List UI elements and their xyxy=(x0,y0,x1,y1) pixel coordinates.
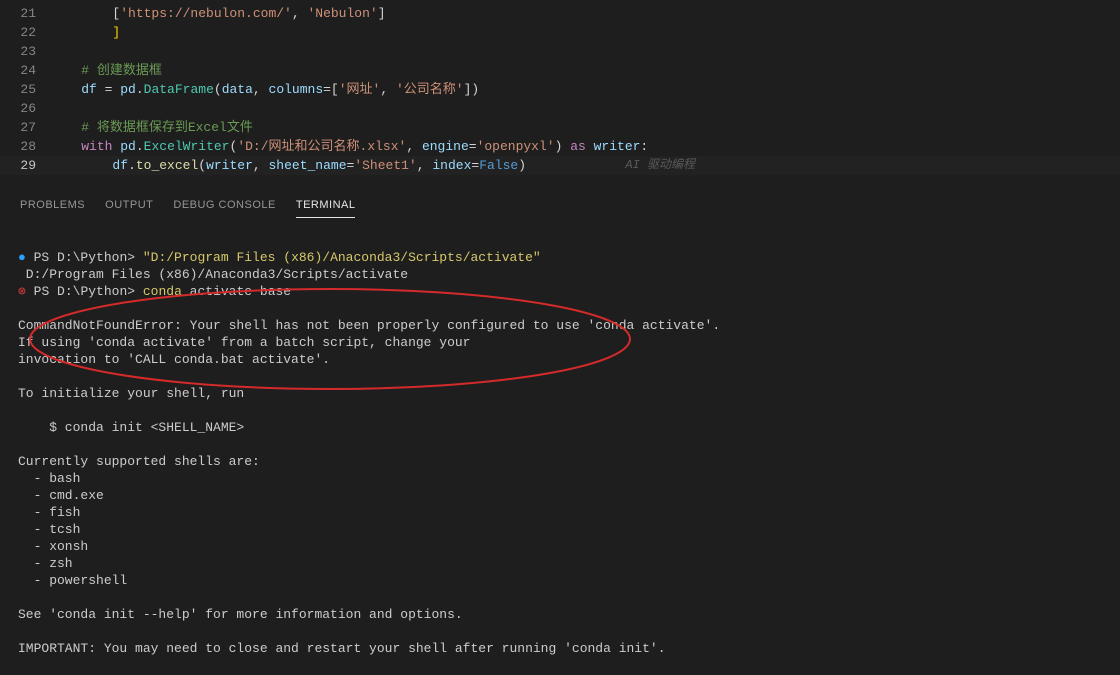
code-line[interactable]: 24 # 创建数据框 xyxy=(0,61,1120,80)
tab-problems[interactable]: PROBLEMS xyxy=(20,195,85,218)
code-line[interactable]: 26 xyxy=(0,99,1120,118)
terminal-output-line: D:/Program Files (x86)/Anaconda3/Scripts… xyxy=(18,267,408,282)
prompt-text: PS D:\Python> xyxy=(34,250,143,265)
code-content[interactable] xyxy=(50,99,1120,118)
code-content[interactable]: # 将数据框保存到Excel文件 xyxy=(50,118,1120,137)
prompt-text: PS D:\Python> xyxy=(34,284,143,299)
status-dot-icon: ● xyxy=(18,250,26,265)
line-number: 21 xyxy=(0,4,50,23)
terminal-output-block: CommandNotFoundError: Your shell has not… xyxy=(18,318,720,656)
line-number: 24 xyxy=(0,61,50,80)
code-line[interactable]: 22 ] xyxy=(0,23,1120,42)
code-content[interactable]: ] xyxy=(50,23,1120,42)
code-line[interactable]: 23 xyxy=(0,42,1120,61)
code-line[interactable]: 21 ['https://nebulon.com/', 'Nebulon'] xyxy=(0,4,1120,23)
code-content[interactable]: with pd.ExcelWriter('D:/网址和公司名称.xlsx', e… xyxy=(50,137,1120,156)
status-dot-icon: ⊗ xyxy=(18,284,26,299)
line-number: 23 xyxy=(0,42,50,61)
tab-debug-console[interactable]: DEBUG CONSOLE xyxy=(173,195,275,218)
code-editor[interactable]: 21 ['https://nebulon.com/', 'Nebulon']22… xyxy=(0,0,1120,175)
terminal-cmd: conda xyxy=(143,284,182,299)
code-content[interactable] xyxy=(50,42,1120,61)
code-line[interactable]: 29 df.to_excel(writer, sheet_name='Sheet… xyxy=(0,156,1120,175)
code-line[interactable]: 28 with pd.ExcelWriter('D:/网址和公司名称.xlsx'… xyxy=(0,137,1120,156)
line-number: 29 xyxy=(0,156,50,175)
code-content[interactable]: df.to_excel(writer, sheet_name='Sheet1',… xyxy=(50,156,1120,175)
code-line[interactable]: 25 df = pd.DataFrame(data, columns=['网址'… xyxy=(0,80,1120,99)
terminal-cmd-args: activate base xyxy=(182,284,291,299)
code-line[interactable]: 27 # 将数据框保存到Excel文件 xyxy=(0,118,1120,137)
panel-tab-bar: PROBLEMS OUTPUT DEBUG CONSOLE TERMINAL xyxy=(0,187,1120,218)
line-number: 22 xyxy=(0,23,50,42)
code-content[interactable]: # 创建数据框 xyxy=(50,61,1120,80)
line-number: 25 xyxy=(0,80,50,99)
code-content[interactable]: ['https://nebulon.com/', 'Nebulon'] xyxy=(50,4,1120,23)
ai-hint-text: AI 驱动编程 xyxy=(625,156,695,175)
code-content[interactable]: df = pd.DataFrame(data, columns=['网址', '… xyxy=(50,80,1120,99)
terminal-pane[interactable]: ● PS D:\Python> "D:/Program Files (x86)/… xyxy=(0,218,1120,671)
line-number: 26 xyxy=(0,99,50,118)
line-number: 27 xyxy=(0,118,50,137)
tab-output[interactable]: OUTPUT xyxy=(105,195,153,218)
terminal-cmd: "D:/Program Files (x86)/Anaconda3/Script… xyxy=(143,250,541,265)
tab-terminal[interactable]: TERMINAL xyxy=(296,195,356,218)
line-number: 28 xyxy=(0,137,50,156)
